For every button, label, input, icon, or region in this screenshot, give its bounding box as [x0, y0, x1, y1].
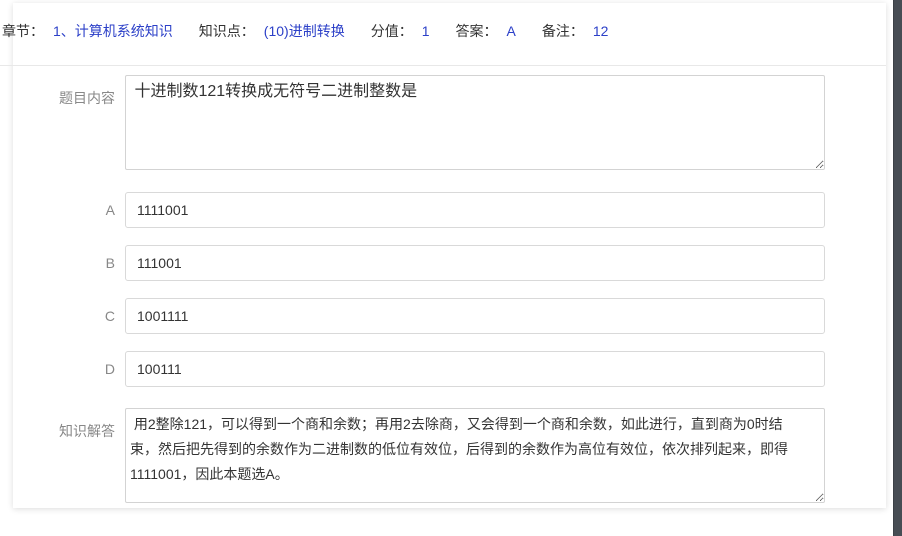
chapter-value: 1、计算机系统知识	[53, 21, 173, 41]
option-d-input[interactable]	[125, 351, 825, 387]
question-meta-header: 章节： 1、计算机系统知识 知识点： (10)进制转换 分值： 1 答案： A …	[2, 21, 608, 41]
remark-label: 备注：	[542, 21, 584, 41]
option-b-row: B	[0, 245, 886, 281]
header-divider	[0, 65, 886, 66]
option-c-input[interactable]	[125, 298, 825, 334]
remark-value: 12	[593, 23, 609, 39]
option-d-row: D	[0, 351, 886, 387]
explanation-row: 知识解答 用2整除121，可以得到一个商和余数；再用2去除商，又会得到一个商和余…	[0, 408, 886, 508]
question-content-textarea[interactable]: 十进制数121转换成无符号二进制整数是	[125, 75, 825, 170]
question-form: 题目内容 十进制数121转换成无符号二进制整数是 A B C D	[0, 75, 886, 508]
meta-chapter: 章节： 1、计算机系统知识	[2, 21, 173, 41]
score-label: 分值：	[371, 21, 413, 41]
knowledge-point-label: 知识点：	[199, 21, 255, 41]
option-d-label: D	[0, 351, 115, 387]
option-c-label: C	[0, 298, 115, 334]
vertical-scrollbar[interactable]	[893, 0, 902, 536]
option-c-row: C	[0, 298, 886, 334]
explanation-label: 知识解答	[0, 408, 115, 508]
option-a-label: A	[0, 192, 115, 228]
option-a-input[interactable]	[125, 192, 825, 228]
explanation-textarea[interactable]: 用2整除121，可以得到一个商和余数；再用2去除商，又会得到一个商和余数，如此进…	[125, 408, 825, 503]
option-b-input[interactable]	[125, 245, 825, 281]
question-content-row: 题目内容 十进制数121转换成无符号二进制整数是	[0, 75, 886, 175]
meta-knowledge-point: 知识点： (10)进制转换	[199, 21, 345, 41]
knowledge-point-value: (10)进制转换	[264, 21, 345, 41]
answer-value: A	[507, 23, 516, 39]
answer-label: 答案：	[456, 21, 498, 41]
meta-answer: 答案： A	[456, 21, 516, 41]
score-value: 1	[422, 23, 430, 39]
option-a-row: A	[0, 192, 886, 228]
chapter-label: 章节：	[2, 21, 44, 41]
question-content-label: 题目内容	[0, 75, 115, 175]
meta-remark: 备注： 12	[542, 21, 609, 41]
meta-score: 分值： 1	[371, 21, 430, 41]
option-b-label: B	[0, 245, 115, 281]
question-editor-page: 章节： 1、计算机系统知识 知识点： (10)进制转换 分值： 1 答案： A …	[0, 0, 902, 536]
